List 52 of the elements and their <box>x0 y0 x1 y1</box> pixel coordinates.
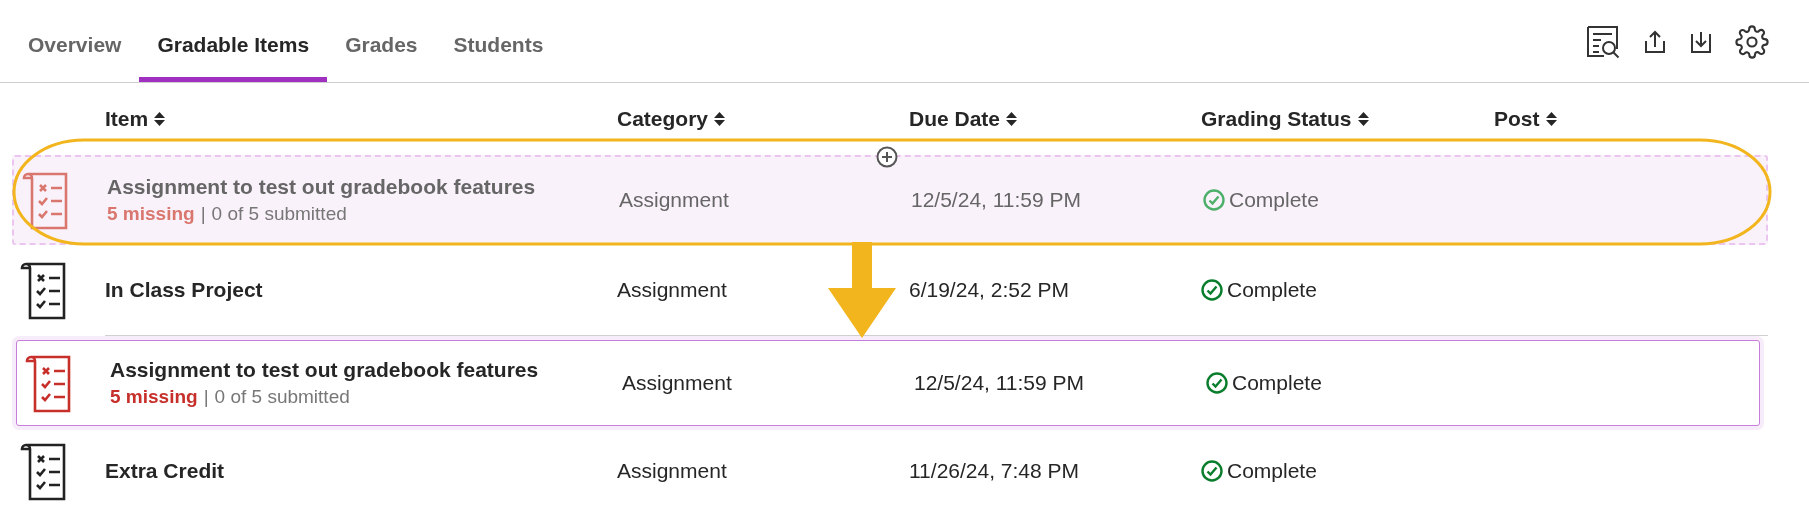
item-title[interactable]: Extra Credit <box>105 458 617 483</box>
submitted-count: 0 of 5 submitted <box>214 386 350 408</box>
tab[interactable]: Students <box>435 33 562 82</box>
sort-icon <box>1357 112 1369 126</box>
separator: | <box>200 203 206 225</box>
item-title[interactable]: In Class Project <box>105 277 617 302</box>
dragged-row[interactable]: Assignment to test out gradebook features 5 missing | 0 of 5 submitted Assignment 12/5/24, 11:59 PM Complete <box>12 155 1768 245</box>
sort-icon <box>1545 112 1557 126</box>
report-search-icon <box>1585 24 1621 60</box>
column-header[interactable]: Item <box>105 107 149 131</box>
download-icon <box>1689 29 1713 55</box>
tab[interactable]: Gradable Items <box>139 33 328 82</box>
download-button[interactable] <box>1689 29 1713 55</box>
column-header[interactable]: Category <box>617 107 709 131</box>
tab[interactable]: Overview <box>10 33 140 82</box>
category-cell-text: Assignment <box>619 188 730 212</box>
due-date-cell-text: 6/19/24, 2:52 PM <box>909 277 1070 302</box>
check-circle-icon <box>1206 372 1228 394</box>
category-cell-text: Assignment <box>622 371 733 395</box>
missing-count: 5 missing <box>110 386 198 408</box>
check-circle-icon <box>1201 278 1223 301</box>
category-cell-text: Assignment <box>617 277 728 302</box>
column-header[interactable]: Due Date <box>909 107 1001 131</box>
sort-icon <box>1006 112 1018 126</box>
status-text: Complete <box>1227 458 1317 483</box>
upload-icon <box>1643 29 1667 55</box>
due-date-cell-text: 12/5/24, 11:59 PM <box>914 371 1086 395</box>
settings-icon <box>1735 25 1769 59</box>
check-circle-icon <box>1203 189 1225 211</box>
sort-icon <box>154 112 166 126</box>
table-row[interactable]: Extra Credit Assignment 11/26/24, 7:48 PM Complete <box>12 426 1768 511</box>
sort-icon <box>714 112 726 126</box>
status-text: Complete <box>1227 277 1317 302</box>
check-circle-icon <box>1201 459 1223 482</box>
item-title[interactable]: Assignment to test out gradebook features <box>110 358 622 382</box>
submitted-count: 0 of 5 submitted <box>211 203 347 225</box>
due-date-cell-text: 11/26/24, 7:48 PM <box>909 458 1081 483</box>
upload-button[interactable] <box>1643 29 1667 55</box>
column-header[interactable]: Post <box>1494 107 1540 131</box>
due-date-cell-text: 12/5/24, 11:59 PM <box>911 188 1083 212</box>
category-cell-text: Assignment <box>617 458 728 483</box>
search-report-button[interactable] <box>1585 24 1621 60</box>
tab[interactable]: Grades <box>327 33 436 82</box>
table-row[interactable]: In Class Project Assignment 6/19/24, 2:52 PM Complete <box>12 245 1768 335</box>
missing-count: 5 missing <box>107 203 195 225</box>
separator: | <box>203 386 209 408</box>
settings-button[interactable] <box>1735 25 1769 59</box>
status-text: Complete <box>1232 371 1322 395</box>
item-title[interactable]: Assignment to test out gradebook features <box>107 175 619 199</box>
column-header[interactable]: Grading Status <box>1201 107 1352 131</box>
add-circle-icon <box>876 146 898 168</box>
status-text: Complete <box>1229 188 1319 212</box>
